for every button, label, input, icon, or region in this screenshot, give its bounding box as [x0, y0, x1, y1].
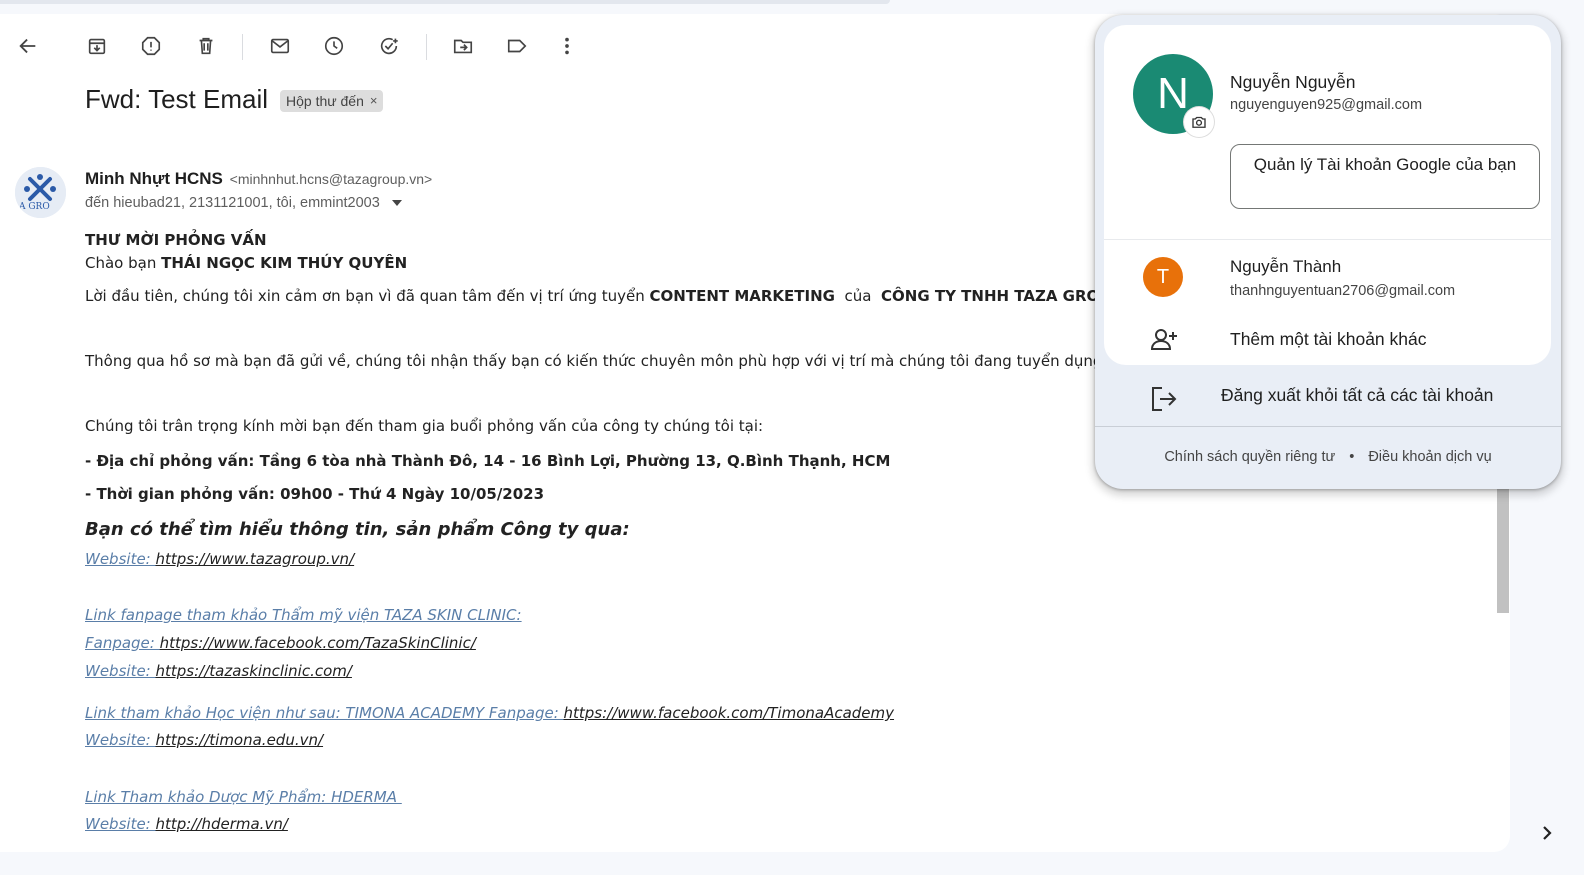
p1-position: CONTENT MARKETING [649, 287, 835, 305]
person-add-icon [1148, 324, 1180, 356]
footer-separator: • [1349, 449, 1355, 465]
sign-out-all-button[interactable]: Đăng xuất khỏi tất cả các tài khoản [1095, 371, 1561, 427]
label-chip-text: Hộp thư đến [286, 92, 364, 109]
body-paragraph-1: Lời đầu tiên, chúng tôi xin cảm ơn bạn v… [85, 287, 1122, 305]
link-line: Website: https://tazaskinclinic.com/ [85, 662, 352, 680]
link-url[interactable]: https://timona.edu.vn/ [156, 731, 324, 749]
candidate-name: THÁI NGỌC KIM THÚY QUYÊN [161, 254, 408, 272]
p1-company: CÔNG TY TNHH TAZA GROUP [881, 287, 1123, 305]
add-account-button[interactable]: Thêm một tài khoản khác [1104, 315, 1551, 365]
add-account-label: Thêm một tài khoản khác [1230, 329, 1427, 349]
info-heading: Bạn có thể tìm hiểu thông tin, sản phẩm … [85, 519, 630, 540]
snooze-icon[interactable] [318, 30, 350, 62]
greeting-prefix: Chào bạn [85, 254, 162, 272]
chevron-right-icon[interactable] [1538, 822, 1556, 844]
other-account-name: Nguyễn Thành [1230, 257, 1342, 276]
body-paragraph-2: Thông qua hồ sơ mà bạn đã gửi về, chúng … [85, 352, 1108, 370]
sender-avatar-text: A GRO [19, 202, 50, 212]
report-spam-icon[interactable] [135, 30, 167, 62]
mark-unread-icon[interactable] [264, 30, 296, 62]
link-line: Link fanpage tham khảo Thẩm mỹ viện TAZA… [85, 606, 522, 624]
email-subject: Fwd: Test Email [85, 84, 269, 114]
sign-out-label: Đăng xuất khỏi tất cả các tài khoản [1221, 385, 1494, 405]
divider [1104, 239, 1551, 240]
account-menu: N Nguyễn Nguyễn nguyenguyen925@gmail.com… [1095, 15, 1561, 489]
other-account-avatar: T [1143, 257, 1183, 297]
link-line: Website: http://hderma.vn/ [85, 815, 288, 833]
divider [1095, 426, 1561, 427]
label-chip-inbox[interactable]: Hộp thư đến × [280, 89, 384, 112]
logout-icon [1148, 383, 1180, 415]
subject-row: Fwd: Test Email Hộp thư đến × [85, 84, 384, 115]
link-line: Link tham khảo Học viện như sau: TIMONA … [85, 704, 894, 722]
p1-mid: của [834, 287, 882, 305]
remove-label-icon[interactable]: × [370, 93, 378, 108]
link-line: Website: https://timona.edu.vn/ [85, 731, 323, 749]
more-vert-icon[interactable] [551, 30, 583, 62]
p1-prefix: Lời đầu tiên, chúng tôi xin cảm ơn bạn v… [85, 287, 650, 305]
body-paragraph-3: Chúng tôi trân trọng kính mời bạn đến th… [85, 417, 764, 435]
link-line: Website: https://www.tazagroup.vn/ [85, 550, 354, 568]
sender-email: <minhnhut.hcns@tazagroup.vn> [229, 171, 433, 187]
scrollbar-thumb[interactable] [1497, 488, 1509, 613]
link-url[interactable]: https://www.facebook.com/TazaSkinClinic/ [160, 634, 476, 652]
link-label[interactable]: Website: [85, 550, 156, 568]
back-arrow-icon[interactable] [12, 30, 44, 62]
interview-address: - Địa chỉ phỏng vấn: Tầng 6 tòa nhà Thàn… [85, 452, 891, 470]
sender-name[interactable]: Minh Nhựt HCNS [85, 169, 223, 188]
label-icon[interactable] [501, 30, 533, 62]
recipients-text: đến hieubad21, 2131121001, tôi, emmint20… [85, 195, 380, 211]
link-url[interactable]: http://hderma.vn/ [156, 815, 288, 833]
link-line: Link Tham khảo Dược Mỹ Phẩm: HDERMA [85, 788, 402, 806]
link-label[interactable]: Website: [85, 662, 156, 680]
interview-time: - Thời gian phỏng vấn: 09h00 - Thứ 4 Ngà… [85, 485, 545, 503]
camera-icon[interactable] [1184, 107, 1214, 137]
other-account-item[interactable]: T Nguyễn Thành thanhnguyentuan2706@gmail… [1104, 243, 1551, 313]
body-heading: THƯ MỜI PHỎNG VẤN [85, 231, 267, 249]
recipients-line: đến hieubad21, 2131121001, tôi, emmint20… [85, 195, 402, 211]
show-details-caret-icon[interactable] [391, 200, 402, 206]
link-label[interactable]: Website: [85, 731, 156, 749]
link-label[interactable]: Fanpage: [85, 634, 160, 652]
link-label[interactable]: Website: [85, 815, 156, 833]
manage-google-account-button[interactable]: Quản lý Tài khoản Google của bạn [1230, 144, 1540, 209]
current-account-email: nguyenguyen925@gmail.com [1230, 97, 1423, 113]
message-toolbar [0, 28, 640, 68]
link-line: Fanpage: https://www.facebook.com/TazaSk… [85, 634, 476, 652]
link-label[interactable]: Link fanpage tham khảo Thẩm mỹ viện TAZA… [85, 606, 522, 624]
footer-links: Chính sách quyền riêng tư • Điều khoản dịc… [1095, 449, 1561, 465]
link-label[interactable]: Link Tham khảo Dược Mỹ Phẩm: HDERMA [85, 788, 402, 806]
toolbar-separator [242, 34, 243, 60]
other-account-email: thanhnguyentuan2706@gmail.com [1230, 283, 1456, 299]
sender-line: Minh Nhựt HCNS <minhnhut.hcns@tazagroup.… [85, 169, 432, 189]
archive-icon[interactable] [81, 30, 113, 62]
terms-of-service-link[interactable]: Điều khoản dịch vụ [1368, 449, 1491, 465]
link-label[interactable]: Link tham khảo Học viện như sau: TIMONA … [85, 704, 564, 722]
toolbar-separator [426, 34, 427, 60]
sender-avatar[interactable]: A GRO [15, 167, 66, 218]
top-strip [0, 0, 890, 4]
current-account-name: Nguyễn Nguyễn [1230, 72, 1356, 92]
link-url[interactable]: https://www.tazagroup.vn/ [156, 550, 355, 568]
delete-icon[interactable] [190, 30, 222, 62]
move-to-icon[interactable] [447, 30, 479, 62]
privacy-policy-link[interactable]: Chính sách quyền riêng tư [1164, 449, 1335, 465]
link-url[interactable]: https://www.facebook.com/TimonaAcademy [564, 704, 895, 722]
link-url[interactable]: https://tazaskinclinic.com/ [156, 662, 352, 680]
body-greeting: Chào bạn THÁI NGỌC KIM THÚY QUYÊN [85, 254, 407, 272]
add-to-tasks-icon[interactable] [373, 30, 405, 62]
account-card: N Nguyễn Nguyễn nguyenguyen925@gmail.com… [1104, 25, 1551, 365]
